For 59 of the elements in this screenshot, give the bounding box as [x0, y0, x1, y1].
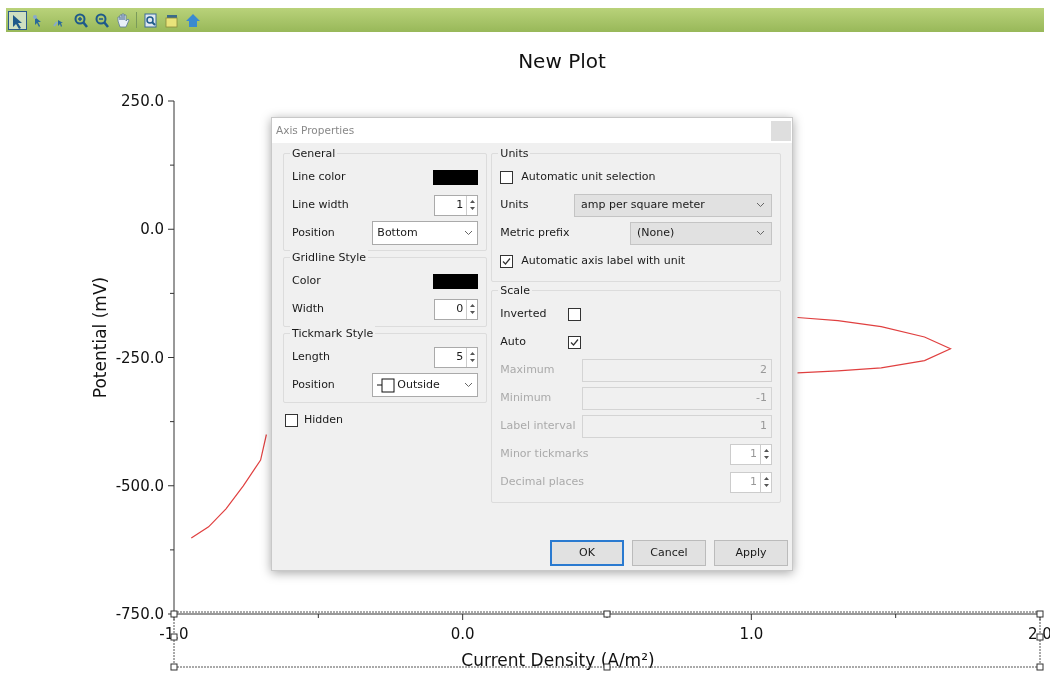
- pointer-icon[interactable]: [8, 10, 27, 30]
- field-label: Automatic axis label with unit: [521, 254, 686, 268]
- axis-label: Current Density (A/m²): [461, 650, 655, 670]
- tick-outside-icon: [377, 377, 396, 393]
- field-label: Inverted: [500, 307, 548, 321]
- field-label: Width: [292, 302, 324, 316]
- spin-box[interactable]: 5: [434, 346, 479, 368]
- checkbox[interactable]: [500, 170, 514, 184]
- chevron-down-icon: [464, 230, 474, 236]
- dialog-button[interactable]: OK: [550, 540, 624, 566]
- field-label: Line width: [292, 198, 349, 212]
- dropdown[interactable]: (None): [630, 221, 772, 245]
- tick-label: -500.0: [115, 476, 164, 495]
- chevron-down-icon: [464, 382, 474, 388]
- field-label: Color: [292, 274, 321, 288]
- axis-label: Potential (mV): [90, 276, 110, 399]
- field-label: Hidden: [304, 413, 344, 427]
- field-label: Metric prefix: [500, 226, 570, 240]
- field-label: Decimal places: [500, 475, 585, 489]
- spin-arrows-icon: [468, 198, 476, 212]
- spin-arrows-icon: [762, 475, 770, 489]
- field-label: Minor tickmarks: [500, 447, 589, 461]
- checkbox[interactable]: [568, 335, 582, 349]
- field-label: Maximum: [500, 363, 555, 377]
- field-label: Minimum: [500, 391, 552, 405]
- spin-arrows-icon: [762, 447, 770, 461]
- field-label: Line color: [292, 170, 346, 184]
- tick-label: 250.0: [121, 92, 164, 110]
- spin-box[interactable]: 1: [434, 194, 479, 216]
- checkbox[interactable]: [500, 254, 514, 268]
- dialog-title: Axis Properties: [276, 122, 355, 138]
- field-label: Units: [500, 198, 529, 212]
- tick-label: 0.0: [450, 625, 475, 643]
- dialog-button[interactable]: Apply: [714, 540, 788, 566]
- tick-label: -750.0: [115, 605, 164, 623]
- spin-arrows-icon: [468, 302, 476, 316]
- chevron-down-icon: [756, 230, 765, 236]
- dropdown[interactable]: Bottom: [372, 221, 479, 245]
- checkbox[interactable]: [568, 307, 582, 321]
- field-label: Automatic unit selection: [521, 170, 656, 184]
- zoom-page-icon[interactable]: [141, 10, 160, 30]
- tick-label: 1.0: [739, 625, 764, 643]
- field-label: Position: [292, 378, 335, 392]
- spin-box[interactable]: 0: [434, 298, 479, 320]
- field-label: Auto: [500, 335, 527, 349]
- field-label: Length: [292, 350, 330, 364]
- tick-label: 0.0: [140, 220, 164, 239]
- field-label: Position: [292, 226, 335, 240]
- dropdown[interactable]: Outside: [372, 373, 479, 397]
- spin-arrows-icon: [468, 350, 476, 364]
- checkbox[interactable]: [285, 413, 298, 427]
- chart-title: New Plot: [518, 49, 606, 73]
- dropdown[interactable]: amp per square meter: [574, 193, 772, 217]
- color-swatch[interactable]: [433, 169, 479, 185]
- tick-label: -250.0: [115, 348, 164, 367]
- color-swatch[interactable]: [433, 273, 479, 289]
- chevron-down-icon: [756, 202, 765, 208]
- dialog-button[interactable]: Cancel: [632, 540, 706, 566]
- field-label: Label interval: [500, 419, 576, 433]
